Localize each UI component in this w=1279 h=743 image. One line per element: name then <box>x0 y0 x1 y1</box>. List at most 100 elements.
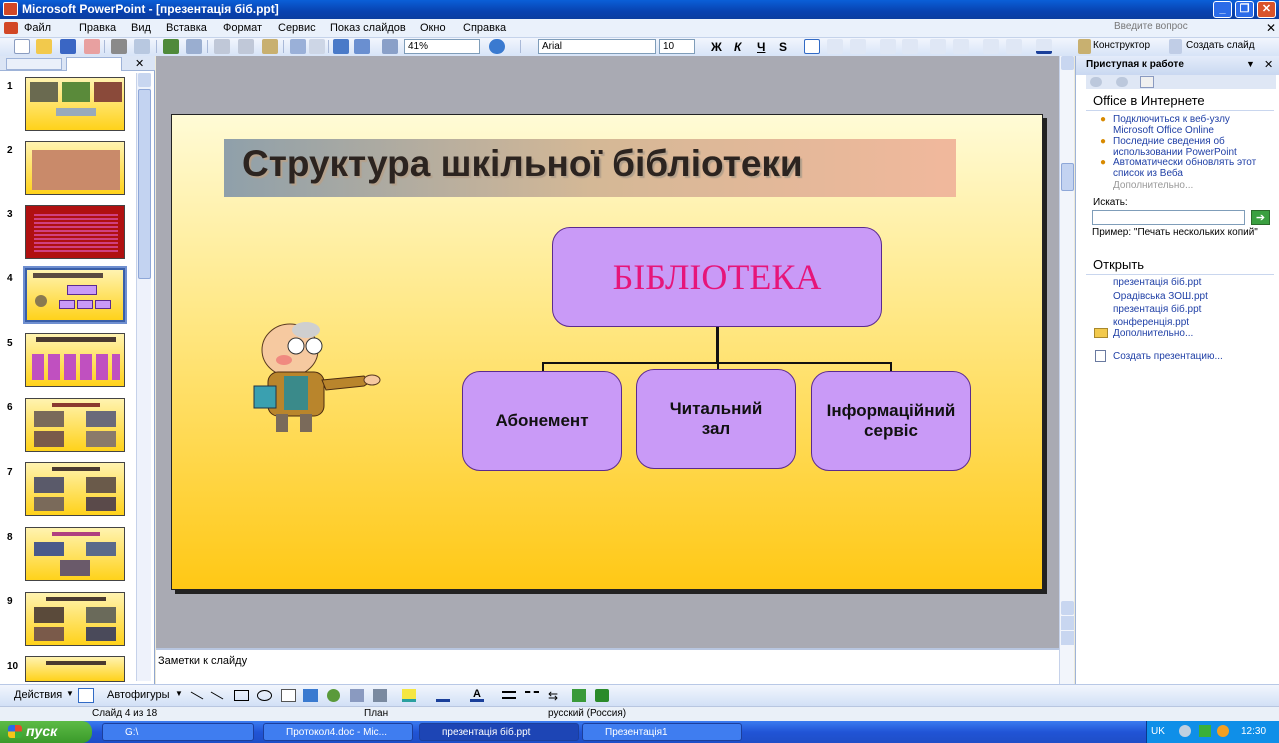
close-document-icon[interactable]: ✕ <box>1266 21 1276 35</box>
security-icon[interactable] <box>1217 725 1229 737</box>
create-presentation-link[interactable]: Создать презентацию... <box>1113 351 1263 362</box>
align-center-icon[interactable] <box>827 39 843 54</box>
next-slide-icon[interactable] <box>1061 631 1074 645</box>
increase-font-icon[interactable] <box>930 39 946 54</box>
home-icon[interactable] <box>1140 76 1154 88</box>
taskbar-item-word[interactable]: Протокол4.doc - Mic... <box>263 723 413 741</box>
minimize-button[interactable]: _ <box>1213 1 1232 18</box>
chart-icon[interactable] <box>333 39 349 54</box>
menu-slideshow[interactable]: Показ слайдов <box>330 22 406 34</box>
back-icon[interactable] <box>1090 77 1102 87</box>
shadow-button[interactable]: S <box>779 40 787 54</box>
slides-scrollbar[interactable] <box>136 73 151 681</box>
menu-insert[interactable]: Вставка <box>166 22 207 34</box>
slide-thumbnail-9[interactable] <box>25 592 125 646</box>
powerpoint-app-icon[interactable] <box>3 2 18 16</box>
reading-room-box[interactable]: Читальний зал <box>636 369 796 469</box>
spelling-icon[interactable] <box>163 39 179 54</box>
recent-file[interactable]: презентація біб.ppt <box>1113 277 1263 288</box>
select-pointer-icon[interactable] <box>78 688 94 703</box>
font-select[interactable]: Arial <box>538 39 656 54</box>
line-icon[interactable] <box>190 691 204 700</box>
open-icon[interactable] <box>36 39 52 54</box>
diagram-icon[interactable] <box>327 689 340 702</box>
cut-icon[interactable] <box>214 39 230 54</box>
slide-thumbnail-10[interactable] <box>25 656 125 682</box>
language-indicator[interactable]: UK <box>1151 726 1165 737</box>
menu-window[interactable]: Окно <box>420 22 446 34</box>
task-pane-close-icon[interactable]: ✕ <box>1264 58 1273 71</box>
menu-tools[interactable]: Сервис <box>278 22 316 34</box>
search-go-icon[interactable]: ➔ <box>1251 210 1270 225</box>
recent-file[interactable]: презентація біб.ppt <box>1113 304 1263 315</box>
clipart-icon[interactable] <box>350 689 364 702</box>
table-icon[interactable] <box>354 39 370 54</box>
network-icon[interactable] <box>1199 725 1211 737</box>
maximize-button[interactable]: ❐ <box>1235 1 1254 18</box>
copy-icon[interactable] <box>238 39 254 54</box>
designer-button[interactable]: Конструктор <box>1093 40 1150 51</box>
subscription-box[interactable]: Абонемент <box>462 371 622 471</box>
menu-help[interactable]: Справка <box>463 22 506 34</box>
zoom-select[interactable]: 41% <box>404 39 480 54</box>
bullets-icon[interactable] <box>902 39 918 54</box>
autoshapes-menu[interactable]: Автофигуры <box>107 689 170 701</box>
line-style-icon[interactable] <box>502 691 516 699</box>
search-input[interactable] <box>1092 210 1245 225</box>
undo-icon[interactable] <box>290 39 306 54</box>
actions-menu[interactable]: Действия <box>14 689 62 701</box>
increase-indent-icon[interactable] <box>1006 39 1022 54</box>
bold-button[interactable]: Ж <box>711 40 722 54</box>
font-size-select[interactable]: 10 <box>659 39 695 54</box>
slide[interactable]: Структура шкільної бібліотеки БІБЛІОТЕКА… <box>171 114 1043 590</box>
decrease-indent-icon[interactable] <box>983 39 999 54</box>
redo-icon[interactable] <box>309 39 325 54</box>
research-icon[interactable] <box>186 39 202 54</box>
print-preview-icon[interactable] <box>134 39 150 54</box>
shadow-style-icon[interactable] <box>572 689 586 702</box>
previous-slide-icon[interactable] <box>1061 616 1074 630</box>
3d-style-icon[interactable] <box>595 689 609 702</box>
professor-clipart[interactable] <box>246 320 398 440</box>
textbox-icon[interactable] <box>281 689 296 702</box>
link-latest-news[interactable]: Последние сведения об использовании Powe… <box>1113 136 1263 158</box>
numbering-icon[interactable] <box>880 39 896 54</box>
tab-slides[interactable] <box>66 57 122 71</box>
paste-format-icon[interactable] <box>262 39 278 54</box>
italic-button[interactable]: К <box>734 40 741 54</box>
slide-thumbnail-4[interactable] <box>23 266 127 324</box>
underline-button[interactable]: Ч <box>757 40 765 54</box>
notes-scrollbar[interactable] <box>1059 648 1074 684</box>
tray-back-icon[interactable] <box>1179 725 1191 737</box>
more-files-link[interactable]: Дополнительно... <box>1113 328 1263 339</box>
recent-file[interactable]: Орадівська ЗОШ.ppt <box>1113 291 1263 302</box>
slide-title[interactable]: Структура шкільної бібліотеки <box>242 143 803 185</box>
scroll-down-icon[interactable] <box>1061 601 1074 615</box>
task-pane-dropdown-icon[interactable]: ▼ <box>1246 59 1255 69</box>
library-box[interactable]: БІБЛІОТЕКА <box>552 227 882 327</box>
decrease-font-icon[interactable] <box>953 39 969 54</box>
print-icon[interactable] <box>111 39 127 54</box>
notes-area[interactable]: Заметки к слайду <box>156 648 1059 684</box>
oval-icon[interactable] <box>257 690 272 701</box>
align-left-icon[interactable] <box>804 39 820 54</box>
menu-view[interactable]: Вид <box>131 22 151 34</box>
new-slide-button[interactable]: Создать слайд <box>1186 40 1255 51</box>
tab-outline[interactable] <box>6 58 62 70</box>
help-icon[interactable] <box>489 39 505 54</box>
slide-thumbnail-6[interactable] <box>25 398 125 452</box>
slide-thumbnail-5[interactable] <box>25 333 125 387</box>
rectangle-icon[interactable] <box>234 690 249 701</box>
dash-style-icon[interactable] <box>525 691 539 699</box>
forward-icon[interactable] <box>1116 77 1128 87</box>
start-button[interactable]: пуск <box>0 721 92 743</box>
grid-icon[interactable] <box>382 39 398 54</box>
document-icon[interactable] <box>4 22 18 34</box>
wordart-icon[interactable] <box>303 689 318 702</box>
slide-thumbnail-7[interactable] <box>25 462 125 516</box>
close-button[interactable]: ✕ <box>1257 1 1276 18</box>
new-icon[interactable] <box>14 39 30 54</box>
taskbar-item-drive[interactable]: G:\ <box>102 723 254 741</box>
close-pane-icon[interactable]: ✕ <box>135 57 144 70</box>
taskbar-item-presentation-active[interactable]: презентація біб.ppt <box>419 723 579 741</box>
